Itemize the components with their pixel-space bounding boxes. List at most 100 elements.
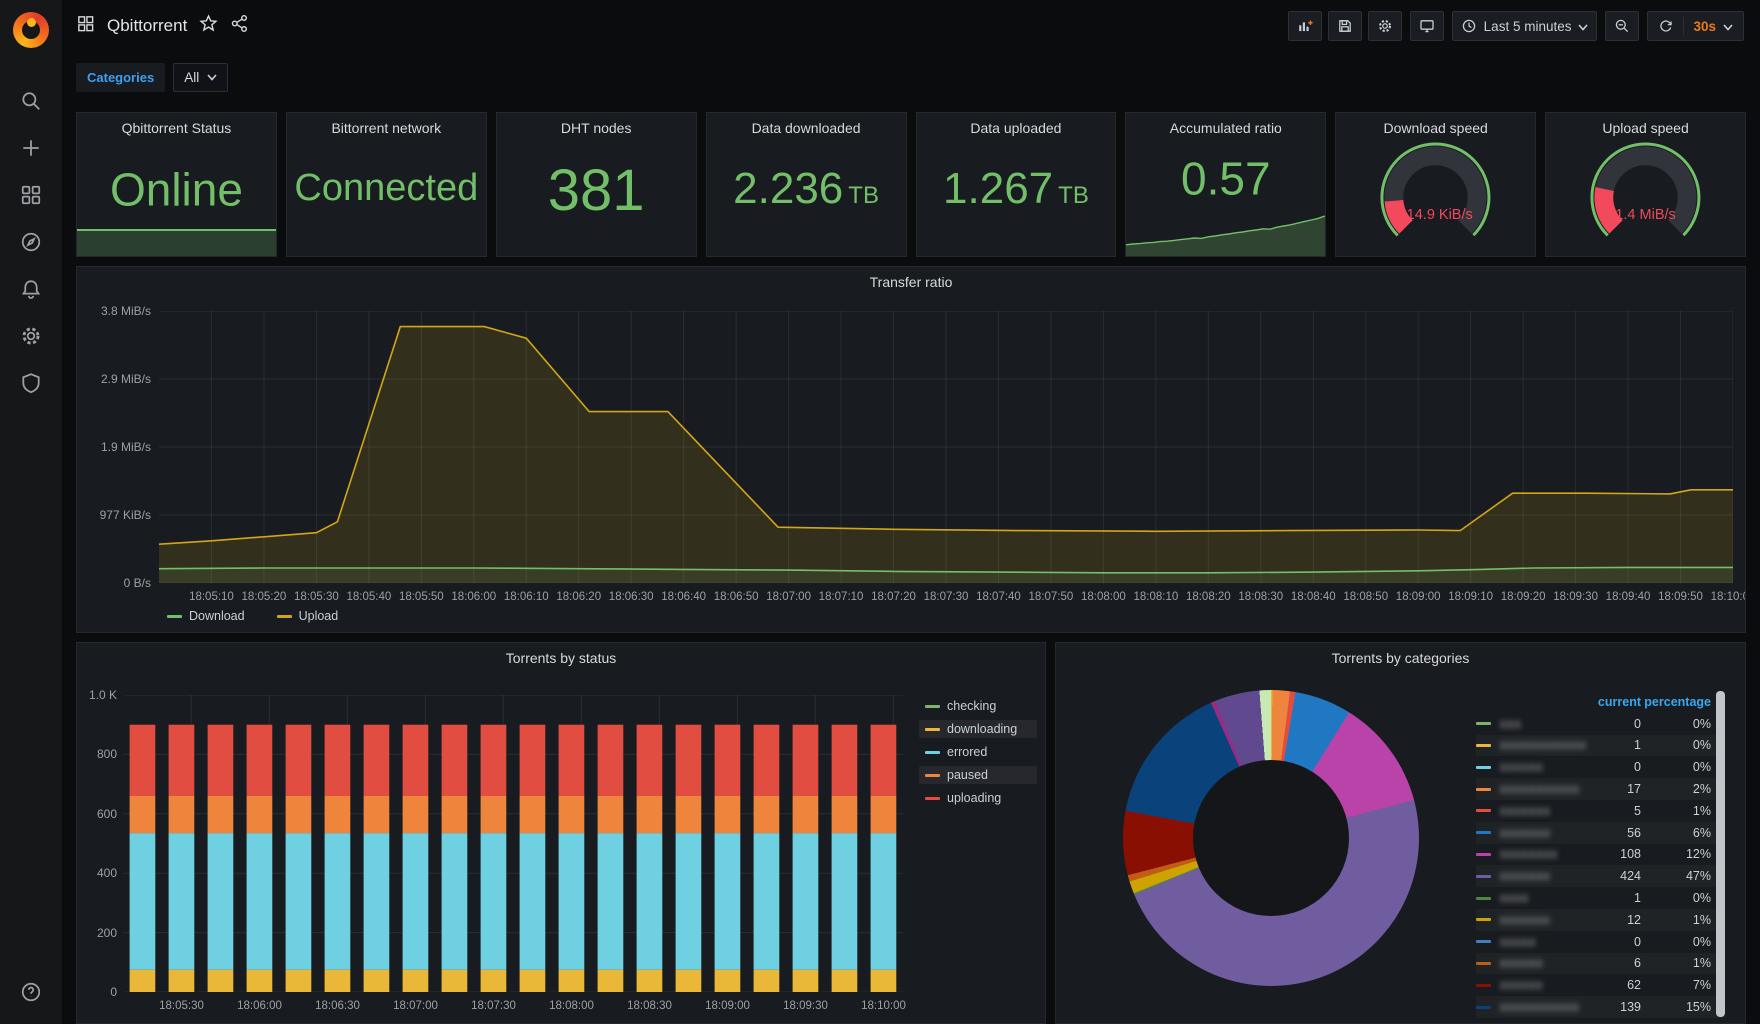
status-value: Online — [109, 162, 243, 215]
category-current-value: 1 — [1634, 891, 1641, 906]
bar-segment-uploading — [558, 724, 585, 796]
refresh-interval-label: 30s — [1693, 18, 1716, 34]
search-icon[interactable] — [20, 90, 42, 112]
category-name-redacted: xxxxxxx — [1500, 912, 1551, 927]
panel-title[interactable]: Qbittorrent Status — [77, 120, 276, 136]
transfer-legend: Download Upload — [161, 607, 344, 625]
tv-cycle-button[interactable] — [1409, 11, 1444, 41]
category-row[interactable]: xxxxxxx 424 47% — [1476, 865, 1725, 887]
category-percentage-value: 0% — [1692, 891, 1711, 906]
x-axis-tick-label: 18:06:30 — [608, 591, 654, 603]
legend-item-paused[interactable]: paused — [919, 766, 1037, 784]
category-percentage-value: 1% — [1692, 912, 1711, 927]
legend-item-uploading[interactable]: uploading — [919, 789, 1037, 807]
bar-segment-downloading — [441, 969, 468, 992]
legend-color-dash — [167, 614, 182, 618]
bar-segment-errored — [168, 833, 195, 970]
panel-torrents-by-categories: Torrents by categories current percentag… — [1055, 642, 1746, 1024]
panel-title[interactable]: DHT nodes — [497, 120, 696, 136]
bar-segment-uploading — [402, 724, 429, 796]
panel-title[interactable]: Accumulated ratio — [1126, 120, 1325, 136]
x-axis-tick-label: 18:06:20 — [556, 591, 602, 603]
grafana-logo-icon[interactable] — [13, 12, 49, 48]
category-name-redacted: xxxx — [1500, 891, 1529, 906]
x-axis-tick-label: 18:06:10 — [503, 591, 549, 603]
panel-title[interactable]: Data downloaded — [707, 120, 906, 136]
categories-donut-chart[interactable] — [1123, 690, 1419, 986]
panel-dht-nodes: DHT nodes 381 — [495, 112, 697, 257]
chevron-down-icon — [1723, 19, 1733, 34]
dht-nodes-value: 381 — [547, 157, 645, 223]
bar-segment-downloading — [636, 969, 663, 992]
bar-segment-downloading — [363, 969, 390, 992]
panel-title[interactable]: Download speed — [1336, 120, 1535, 136]
share-icon[interactable] — [230, 14, 249, 38]
category-row[interactable]: xxxxxxxxxxxx 1 0% — [1476, 735, 1725, 757]
panel-accumulated-ratio: Accumulated ratio 0.57 — [1125, 112, 1327, 257]
dashboard-title[interactable]: Qbittorrent — [107, 16, 187, 36]
bar-segment-paused — [441, 796, 468, 834]
category-row[interactable]: xxxxxxxxxxx 139 15% — [1476, 996, 1725, 1018]
admin-shield-icon[interactable] — [20, 372, 42, 394]
variable-label-categories[interactable]: Categories — [76, 62, 166, 92]
panel-title[interactable]: Upload speed — [1546, 120, 1745, 136]
panel-title[interactable]: Data uploaded — [917, 120, 1116, 136]
table-scrollbar[interactable] — [1716, 691, 1725, 1017]
x-axis-tick-label: 18:08:00 — [549, 1000, 594, 1012]
column-current[interactable]: current — [1585, 695, 1641, 709]
dashboard-settings-button[interactable] — [1367, 11, 1402, 41]
create-plus-icon[interactable] — [20, 137, 42, 159]
add-panel-button[interactable] — [1287, 11, 1322, 41]
legend-item-downloading[interactable]: downloading — [919, 720, 1037, 738]
dashboard-header: Qbittorrent Last 5 minutes 30s — [62, 0, 1760, 52]
status-chart-plot[interactable] — [123, 695, 903, 992]
categories-variable-dropdown[interactable]: All — [173, 62, 229, 92]
category-row[interactable]: xxxxxxx 12 1% — [1476, 909, 1725, 931]
category-row[interactable]: xxxxxxxx 108 12% — [1476, 844, 1725, 866]
category-name-redacted: xxxxxxxxxxxx — [1500, 738, 1585, 753]
transfer-chart-plot[interactable] — [159, 311, 1733, 583]
legend-item-upload[interactable]: Upload — [271, 607, 345, 625]
legend-label: Download — [189, 609, 245, 623]
legend-item-download[interactable]: Download — [161, 607, 251, 625]
time-range-picker[interactable]: Last 5 minutes — [1451, 11, 1598, 41]
x-axis-tick-label: 18:08:30 — [1238, 591, 1284, 603]
zoom-out-button[interactable] — [1605, 11, 1640, 41]
bar-segment-uploading — [870, 724, 897, 796]
sidebar-bottom — [20, 981, 42, 1008]
category-current-value: 56 — [1627, 825, 1641, 840]
column-percentage[interactable]: percentage — [1641, 695, 1711, 709]
category-percentage-value: 2% — [1692, 782, 1711, 797]
category-row[interactable]: xxxxxxxxxxx 17 2% — [1476, 778, 1725, 800]
alerting-bell-icon[interactable] — [20, 278, 42, 300]
explore-compass-icon[interactable] — [20, 231, 42, 253]
bar-segment-errored — [441, 833, 468, 970]
panel-title[interactable]: Torrents by status — [77, 650, 1045, 666]
category-row[interactable]: xxxxxx 6 1% — [1476, 953, 1725, 975]
chevron-down-icon — [1578, 19, 1589, 34]
y-axis-tick-label: 2.9 MiB/s — [100, 372, 151, 386]
legend-item-errored[interactable]: errored — [919, 743, 1037, 761]
apps-grid-icon[interactable] — [76, 14, 95, 38]
configuration-gear-icon[interactable] — [20, 325, 42, 347]
category-row[interactable]: xxxx 1 0% — [1476, 887, 1725, 909]
category-row[interactable]: xxxxxxx 5 1% — [1476, 800, 1725, 822]
panel-title[interactable]: Transfer ratio — [77, 274, 1745, 290]
refresh-button[interactable]: 30s — [1647, 11, 1744, 41]
dashboards-grid-icon[interactable] — [20, 184, 42, 206]
category-row[interactable]: xxxxx 0 0% — [1476, 931, 1725, 953]
category-row[interactable]: xxxxxx 0 0% — [1476, 756, 1725, 778]
category-row[interactable]: xxxxxxx 56 6% — [1476, 822, 1725, 844]
category-percentage-value: 15% — [1685, 1000, 1711, 1015]
help-icon[interactable] — [20, 982, 42, 1007]
star-icon[interactable] — [199, 14, 218, 38]
category-row[interactable]: xxxxxx 62 7% — [1476, 974, 1725, 996]
legend-color-dash — [925, 727, 940, 731]
legend-item-checking[interactable]: checking — [919, 697, 1037, 715]
divider — [1683, 17, 1685, 35]
panel-title[interactable]: Bittorrent network — [287, 120, 486, 136]
category-row[interactable]: xxx 0 0% — [1476, 713, 1725, 735]
save-dashboard-button[interactable] — [1327, 11, 1362, 41]
panel-title[interactable]: Torrents by categories — [1056, 650, 1745, 666]
category-percentage-value: 1% — [1692, 956, 1711, 971]
